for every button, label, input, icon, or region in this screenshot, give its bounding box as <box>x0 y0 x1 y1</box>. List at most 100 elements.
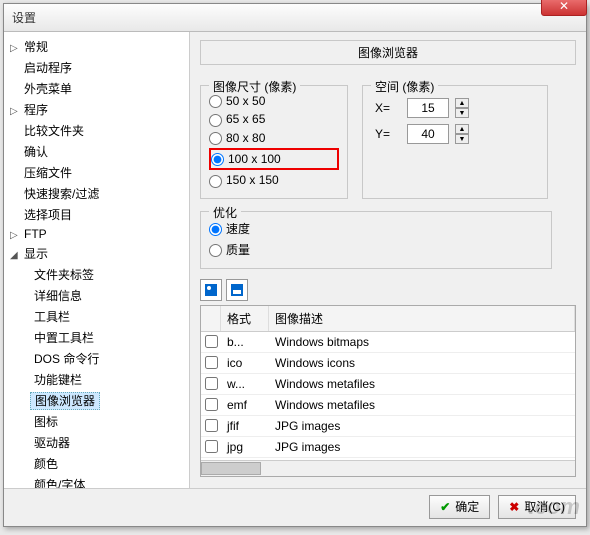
sidebar-item[interactable]: 快速搜索/过滤 <box>6 183 187 204</box>
size-option[interactable]: 65 x 65 <box>209 110 339 128</box>
cell-desc: JPG images <box>269 416 575 436</box>
size-option[interactable]: 100 x 100 <box>209 148 339 170</box>
expander-icon[interactable]: ◢ <box>10 250 20 261</box>
sidebar-item[interactable]: 中置工具栏 <box>26 327 187 348</box>
y-spin-down[interactable]: ▼ <box>455 134 469 144</box>
sidebar-item[interactable]: 图标 <box>26 411 187 432</box>
space-group: 空间 (像素) X= ▲ ▼ Y= ▲ ▼ <box>362 85 548 199</box>
sidebar-item-label: 图标 <box>30 414 62 430</box>
sidebar-item-label: 文件夹标签 <box>30 267 98 283</box>
sidebar-item-label: 比较文件夹 <box>20 123 88 139</box>
table-row[interactable]: jpgJPG images <box>201 437 575 458</box>
y-spin-up[interactable]: ▲ <box>455 124 469 134</box>
sidebar-item-label: 外壳菜单 <box>20 81 76 97</box>
y-input[interactable] <box>407 124 449 144</box>
row-checkbox[interactable] <box>205 356 218 369</box>
size-option[interactable]: 80 x 80 <box>209 129 339 147</box>
table-header: 格式 图像描述 <box>201 306 575 332</box>
sidebar-item[interactable]: ▷程序 <box>6 99 187 120</box>
size-radio[interactable] <box>209 95 222 108</box>
tool-icon-1[interactable] <box>200 279 222 301</box>
size-radio[interactable] <box>209 175 222 188</box>
table-row[interactable]: w...Windows metafiles <box>201 374 575 395</box>
sidebar-item[interactable]: ▷FTP <box>6 225 187 243</box>
size-radio[interactable] <box>209 132 222 145</box>
row-checkbox[interactable] <box>205 419 218 432</box>
sidebar-item-label: FTP <box>20 226 51 242</box>
ok-button[interactable]: ✔确定 <box>429 495 490 519</box>
sidebar-item-label: 快速搜索/过滤 <box>20 186 103 202</box>
sidebar-item-label: 确认 <box>20 144 52 160</box>
sidebar-item-label: 选择项目 <box>20 207 76 223</box>
sidebar-item[interactable]: 图像浏览器 <box>26 390 187 411</box>
sidebar-item[interactable]: 文件夹标签 <box>26 264 187 285</box>
col-format[interactable]: 格式 <box>221 306 269 331</box>
x-spin-down[interactable]: ▼ <box>455 108 469 118</box>
sidebar-item[interactable]: 详细信息 <box>26 285 187 306</box>
y-label: Y= <box>375 127 401 141</box>
x-label: X= <box>375 101 401 115</box>
sidebar-item[interactable]: 外壳菜单 <box>6 78 187 99</box>
sidebar-item-label: DOS 命令行 <box>30 351 103 367</box>
row-checkbox[interactable] <box>205 335 218 348</box>
expander-icon[interactable]: ▷ <box>10 230 20 241</box>
sidebar-item-label: 驱动器 <box>30 435 74 451</box>
x-icon: ✖ <box>509 500 519 514</box>
sidebar-item[interactable]: 确认 <box>6 141 187 162</box>
table-row[interactable]: b...Windows bitmaps <box>201 332 575 353</box>
sidebar-item[interactable]: DOS 命令行 <box>26 348 187 369</box>
sidebar-item[interactable]: 选择项目 <box>6 204 187 225</box>
col-desc[interactable]: 图像描述 <box>269 306 575 331</box>
cell-desc: Windows metafiles <box>269 395 575 415</box>
row-checkbox[interactable] <box>205 377 218 390</box>
size-radio[interactable] <box>209 114 222 127</box>
close-button[interactable]: ✕ <box>541 0 587 16</box>
group-title: 优化 <box>209 204 241 221</box>
x-spin-up[interactable]: ▲ <box>455 98 469 108</box>
tool-icon-2[interactable] <box>226 279 248 301</box>
table-row[interactable]: emfWindows metafiles <box>201 395 575 416</box>
sidebar-item[interactable]: ◢显示 <box>6 243 187 264</box>
sidebar-item-label: 程序 <box>20 102 52 118</box>
sidebar-item[interactable]: 颜色 <box>26 453 187 474</box>
window-title: 设置 <box>12 9 36 26</box>
dialog-footer: ✔确定 ✖取消(C) <box>4 488 586 524</box>
cell-desc: Windows metafiles <box>269 374 575 394</box>
opt-radio[interactable] <box>209 244 222 257</box>
group-title: 空间 (像素) <box>371 78 438 95</box>
horizontal-scrollbar[interactable] <box>201 460 575 476</box>
group-title: 图像尺寸 (像素) <box>209 78 300 95</box>
opt-radio[interactable] <box>209 223 222 236</box>
table-row[interactable]: icoWindows icons <box>201 353 575 374</box>
sidebar-item[interactable]: 功能键栏 <box>26 369 187 390</box>
expander-icon[interactable]: ▷ <box>10 106 20 117</box>
opt-option[interactable]: 速度 <box>209 218 543 239</box>
scroll-thumb[interactable] <box>201 462 261 475</box>
optimize-group: 优化 速度质量 <box>200 211 552 269</box>
expander-icon[interactable]: ▷ <box>10 43 20 54</box>
table-row[interactable]: jfifJPG images <box>201 416 575 437</box>
size-radio[interactable] <box>211 153 224 166</box>
sidebar-item[interactable]: 比较文件夹 <box>6 120 187 141</box>
x-input[interactable] <box>407 98 449 118</box>
sidebar-item[interactable]: 颜色/字体 <box>26 474 187 488</box>
size-option[interactable]: 150 x 150 <box>209 171 339 189</box>
row-checkbox[interactable] <box>205 398 218 411</box>
sidebar-item-label: 功能键栏 <box>30 372 86 388</box>
cell-format: ico <box>221 353 269 373</box>
sidebar-item[interactable]: 工具栏 <box>26 306 187 327</box>
sidebar-item[interactable]: 启动程序 <box>6 57 187 78</box>
sidebar-item-label: 启动程序 <box>20 60 76 76</box>
opt-option[interactable]: 质量 <box>209 239 543 260</box>
sidebar-item-label: 详细信息 <box>30 288 86 304</box>
cell-format: b... <box>221 332 269 352</box>
cancel-button[interactable]: ✖取消(C) <box>498 495 576 519</box>
sidebar-item[interactable]: ▷常规 <box>6 36 187 57</box>
sidebar-item[interactable]: 驱动器 <box>26 432 187 453</box>
titlebar[interactable]: 设置 ✕ <box>4 4 586 32</box>
sidebar-item[interactable]: 压缩文件 <box>6 162 187 183</box>
sidebar-item-label: 中置工具栏 <box>30 330 98 346</box>
section-title: 图像浏览器 <box>200 40 576 65</box>
format-table: 格式 图像描述 b...Windows bitmapsicoWindows ic… <box>200 305 576 477</box>
row-checkbox[interactable] <box>205 440 218 453</box>
